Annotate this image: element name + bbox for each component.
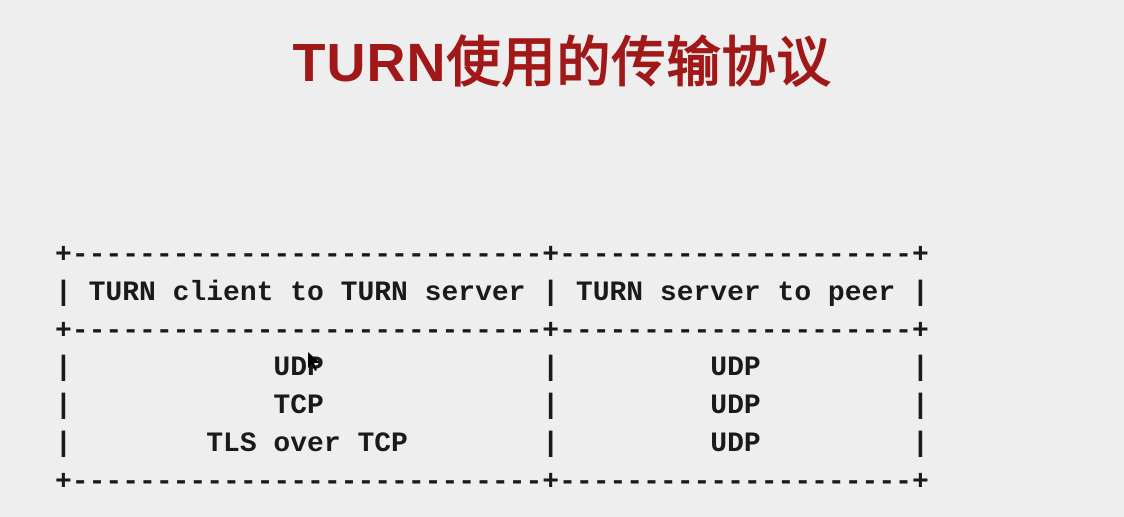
table-border-top: +----------------------------+----------…	[55, 240, 929, 271]
ascii-table: +----------------------------+----------…	[0, 237, 1124, 502]
table-border-bottom: +----------------------------+----------…	[55, 467, 929, 498]
table-header-row: | TURN client to TURN server | TURN serv…	[55, 278, 929, 309]
table-row: | TLS over TCP | UDP |	[55, 429, 929, 460]
table-border-mid: +----------------------------+----------…	[55, 316, 929, 347]
page-title: TURN使用的传输协议	[0, 0, 1124, 97]
table-row: | UDP | UDP |	[55, 353, 929, 384]
table-row: | TCP | UDP |	[55, 391, 929, 422]
